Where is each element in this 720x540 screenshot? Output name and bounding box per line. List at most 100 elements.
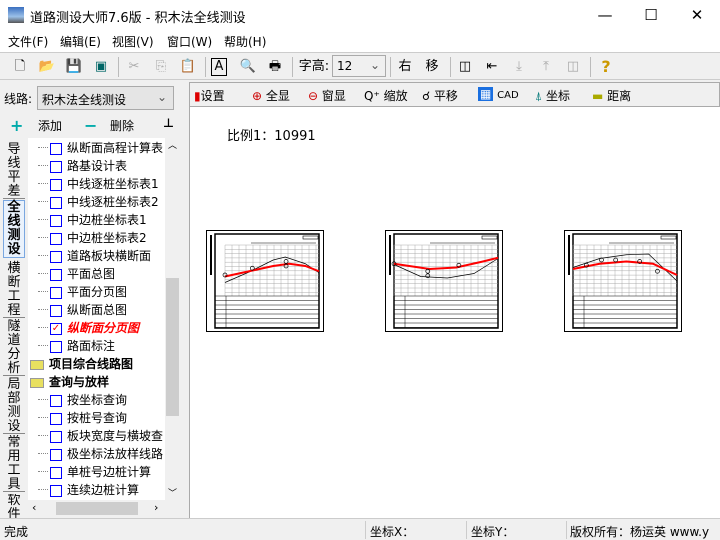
menu-help[interactable]: 帮助(H) <box>224 33 266 50</box>
tree-item[interactable]: 中边桩坐标表1 <box>38 211 147 229</box>
tab-tunnel[interactable]: 隧道分析 <box>3 320 25 376</box>
tree-item[interactable]: 中线逐桩坐标表1 <box>38 175 159 193</box>
drawing-canvas[interactable] <box>189 107 720 518</box>
tab-traverse[interactable]: 导线平差 <box>3 143 25 199</box>
checkbox[interactable] <box>50 448 62 461</box>
delete-button[interactable]: 删除 <box>110 117 134 134</box>
tree-vertical-scrollbar[interactable]: ︿ ﹀ <box>165 138 180 500</box>
line-select[interactable]: 积木法全线测设 ⌄ <box>37 86 174 110</box>
checkbox[interactable] <box>50 268 62 281</box>
tree-item[interactable]: 中线逐桩坐标表2 <box>38 193 159 211</box>
print-icon[interactable]: 🖶 <box>265 57 285 77</box>
checkbox[interactable] <box>50 196 62 209</box>
tree-item[interactable]: 单桩号边桩计算 <box>38 463 152 481</box>
arrow-left-icon[interactable]: ⇤ <box>482 57 502 77</box>
arrow-down-icon[interactable]: ⤓ <box>509 57 529 77</box>
checkbox[interactable] <box>50 142 62 155</box>
checkbox[interactable] <box>50 250 62 263</box>
scale-label: 比例1：10991 <box>227 129 316 144</box>
tree-item[interactable]: 道路板块横断面 <box>38 247 152 265</box>
tree-item[interactable]: 按坐标查询 <box>38 391 127 409</box>
checkbox[interactable] <box>50 340 62 353</box>
zoom-button[interactable]: Q⁺ 缩放 <box>364 87 408 104</box>
tab-full-line[interactable]: 全线测设 <box>3 200 25 258</box>
tree-item[interactable]: ✓ 纵断面分页图 <box>38 319 139 337</box>
menu-file[interactable]: 文件(F) <box>8 33 48 50</box>
scroll-down-icon[interactable]: ﹀ <box>168 486 177 499</box>
add-button[interactable]: 添加 <box>38 117 62 134</box>
checkbox[interactable] <box>50 160 62 173</box>
move-button[interactable]: 移 <box>422 57 442 77</box>
remove-icon[interactable]: − <box>84 116 97 135</box>
checkbox[interactable] <box>50 394 62 407</box>
tab-software[interactable]: 软件 <box>3 494 25 518</box>
zoom-window-button[interactable]: ⊖ 窗显 <box>308 87 346 104</box>
tree-item[interactable]: 极坐标法放样线路 <box>38 445 163 463</box>
export-icon[interactable]: ▣ <box>91 57 111 77</box>
settings-button[interactable]: ▮设置 <box>194 87 225 104</box>
help-icon[interactable]: ? <box>596 57 616 77</box>
zoom-all-button[interactable]: ⊕ 全显 <box>252 87 290 104</box>
coordinate-button[interactable]: ⍋ 坐标 <box>535 87 570 104</box>
text-icon[interactable]: A <box>211 58 227 76</box>
checkbox[interactable] <box>50 412 62 425</box>
minimize-button[interactable]: — <box>582 0 628 30</box>
open-folder-icon[interactable]: 📂 <box>37 57 57 77</box>
coord-y: 坐标Y： <box>471 525 515 539</box>
close-button[interactable]: ✕ <box>674 0 720 30</box>
tree-item[interactable]: 平面总图 <box>38 265 115 283</box>
tree-item[interactable]: 项目综合线路图 <box>30 355 133 373</box>
scroll-thumb[interactable] <box>56 502 138 515</box>
font-height-select[interactable]: 12 ⌄ <box>332 55 386 77</box>
checkbox[interactable] <box>50 286 62 299</box>
tree-item[interactable]: 板块宽度与横坡查 <box>38 427 163 445</box>
paste-icon[interactable]: 📋 <box>178 57 198 77</box>
menu-window[interactable]: 窗口(W) <box>167 33 212 50</box>
checkbox[interactable] <box>50 466 62 479</box>
arrow-up-icon[interactable]: ⤒ <box>536 57 556 77</box>
cad-button[interactable]: ▦ CAD <box>478 87 519 101</box>
scroll-left-icon[interactable]: ‹ <box>32 501 36 514</box>
tree-item-label: 单桩号边桩计算 <box>67 465 152 479</box>
maximize-button[interactable]: ☐ <box>628 0 674 30</box>
tree-item-label: 道路板块横断面 <box>67 249 152 263</box>
tree-item[interactable]: 纵断面总图 <box>38 301 127 319</box>
print-preview-icon[interactable]: 🔍 <box>238 57 258 77</box>
tree-item[interactable]: 路面标注 <box>38 337 115 355</box>
add-icon[interactable]: + <box>10 116 23 135</box>
scroll-right-icon[interactable]: › <box>154 501 158 514</box>
tree-item[interactable]: 连续边桩计算 <box>38 481 139 499</box>
settings-icon: ▮ <box>194 89 201 103</box>
menu-edit[interactable]: 编辑(E) <box>60 33 101 50</box>
tab-tools[interactable]: 常用工具 <box>3 436 25 492</box>
scroll-thumb[interactable] <box>166 278 179 416</box>
tree-item[interactable]: 路基设计表 <box>38 157 127 175</box>
checkbox[interactable]: ✓ <box>50 322 62 335</box>
checkbox[interactable] <box>50 484 62 497</box>
checkbox[interactable] <box>50 214 62 227</box>
cut-icon[interactable]: ✂ <box>124 57 144 77</box>
checkbox[interactable] <box>50 178 62 191</box>
scroll-up-icon[interactable]: ︿ <box>168 138 177 151</box>
tab-cross-section[interactable]: 横断工程 <box>3 262 25 318</box>
pin-icon[interactable]: ⊥ <box>163 116 174 130</box>
tree-item[interactable]: 查询与放样 <box>30 373 109 391</box>
tree-item[interactable]: 中边桩坐标表2 <box>38 229 147 247</box>
tree-item[interactable]: 按桩号查询 <box>38 409 127 427</box>
tab-local[interactable]: 局部测设 <box>3 378 25 434</box>
align-right-button[interactable]: 右 <box>395 57 415 77</box>
pan-button[interactable]: ☌ 平移 <box>422 87 458 104</box>
new-file-icon[interactable]: 🗋 <box>10 57 30 77</box>
tree-item[interactable]: 纵断面高程计算表 <box>38 139 163 157</box>
checkbox[interactable] <box>50 304 62 317</box>
distance-button[interactable]: ▬ 距离 <box>592 87 631 104</box>
copy-icon[interactable]: ⎘ <box>151 57 171 77</box>
tree-item[interactable]: 平面分页图 <box>38 283 127 301</box>
checkbox[interactable] <box>50 430 62 443</box>
layout-left-icon[interactable]: ◫ <box>455 57 475 77</box>
tree-horizontal-scrollbar[interactable]: ‹ › <box>28 500 165 517</box>
menu-view[interactable]: 视图(V) <box>112 33 154 50</box>
layout-split-icon[interactable]: ◫ <box>563 57 583 77</box>
checkbox[interactable] <box>50 232 62 245</box>
save-icon[interactable]: 💾 <box>64 57 84 77</box>
